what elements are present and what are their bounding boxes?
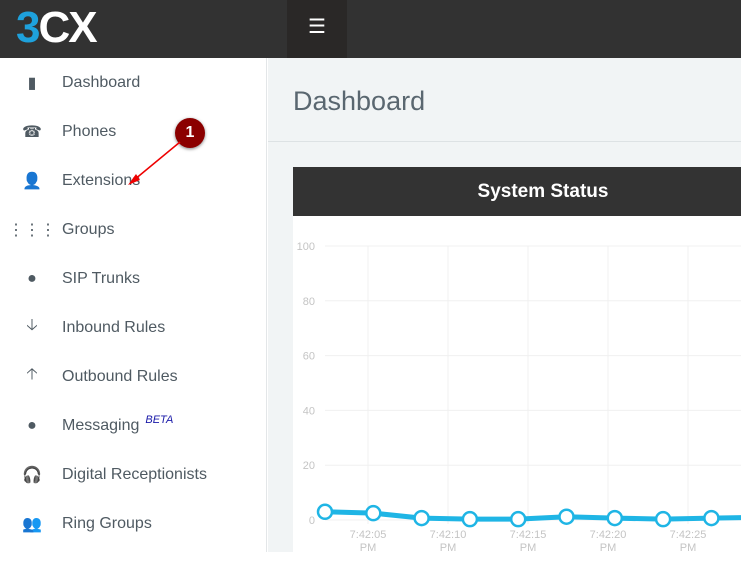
- data-point[interactable]: [365, 504, 382, 522]
- data-point[interactable]: [461, 510, 479, 528]
- y-tick-label: 20: [303, 460, 315, 472]
- x-tick-label: 7:42:20 PM: [590, 529, 627, 552]
- x-tick-label: 7:42:15 PM: [510, 529, 547, 552]
- series-line: [324, 509, 741, 522]
- data-point[interactable]: [703, 509, 720, 527]
- data-point[interactable]: [654, 510, 672, 528]
- data-point[interactable]: [413, 509, 430, 527]
- x-tick-label: 7:42:25 PM: [670, 529, 707, 552]
- data-point[interactable]: [558, 508, 575, 525]
- y-tick-label: 100: [297, 241, 315, 253]
- y-tick-label: 60: [303, 351, 315, 363]
- annotation-badge: 1: [175, 118, 205, 148]
- data-point[interactable]: [606, 509, 624, 527]
- data-point[interactable]: [316, 503, 334, 521]
- x-tick-label: 7:42:05 PM: [350, 529, 387, 552]
- system-status-chart: 0 20 40 60 80 100 7:42:05 PM 7:42:10 PM 7:42:15 PM 7…: [297, 241, 741, 552]
- x-tick-label: 7:42:10 PM: [430, 529, 467, 552]
- y-tick-label: 40: [303, 405, 315, 417]
- data-point[interactable]: [509, 510, 527, 528]
- y-tick-label: 80: [303, 296, 315, 308]
- y-tick-label: 0: [309, 515, 315, 527]
